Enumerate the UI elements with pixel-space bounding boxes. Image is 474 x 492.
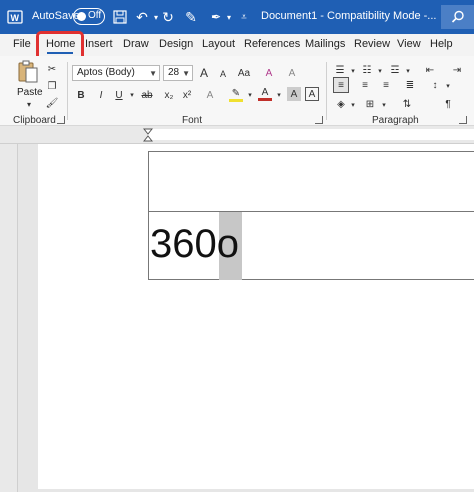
- shrink-font-icon[interactable]: A: [216, 67, 230, 81]
- save-icon[interactable]: [112, 9, 128, 25]
- chevron-down-icon[interactable]: ▾: [373, 64, 387, 78]
- document-title: Document1 - Compatibility Mode -...: [261, 10, 437, 22]
- change-case-icon[interactable]: Aa: [237, 66, 251, 80]
- ruler-text-area: [148, 129, 474, 140]
- paragraph-launcher-icon[interactable]: [459, 116, 467, 124]
- tab-insert[interactable]: Insert: [85, 38, 113, 50]
- autosave-toggle[interactable]: Off: [73, 8, 105, 25]
- paragraph-group-label: Paragraph: [372, 115, 419, 126]
- font-name-value: Aptos (Body): [77, 67, 135, 78]
- character-shading-icon[interactable]: A: [287, 87, 301, 101]
- table-cell-text[interactable]: 360o: [150, 214, 239, 274]
- multilevel-list-icon[interactable]: ☲: [388, 63, 402, 77]
- tab-draw[interactable]: Draw: [123, 38, 149, 50]
- paste-icon[interactable]: [17, 60, 39, 84]
- draw-pen-icon[interactable]: ✎: [183, 9, 199, 25]
- strikethrough-button[interactable]: ab: [140, 88, 154, 102]
- chevron-down-icon: ▼: [182, 69, 190, 78]
- italic-button[interactable]: I: [94, 88, 108, 102]
- borders-icon[interactable]: ⊞: [363, 97, 377, 111]
- bold-button[interactable]: B: [74, 88, 88, 102]
- line-spacing-icon[interactable]: ↕: [428, 78, 442, 92]
- highlight-color-icon[interactable]: ✎: [229, 88, 243, 102]
- text-effects-2-icon[interactable]: A: [203, 88, 217, 102]
- tab-layout[interactable]: Layout: [202, 38, 235, 50]
- text-effects-icon[interactable]: A: [285, 66, 299, 80]
- increase-indent-icon[interactable]: ⇥: [450, 63, 464, 77]
- justify-icon[interactable]: ≣: [403, 78, 417, 92]
- font-size-value: 28: [168, 67, 180, 78]
- decrease-indent-icon[interactable]: ⇤: [423, 63, 437, 77]
- clear-formatting-icon[interactable]: A: [262, 66, 276, 80]
- chevron-down-icon[interactable]: ▾: [346, 98, 360, 112]
- align-center-icon[interactable]: ≡: [358, 78, 372, 92]
- cut-icon[interactable]: ✂: [45, 62, 59, 76]
- format-painter-icon[interactable]: 🖌: [45, 96, 59, 110]
- chevron-down-icon[interactable]: ▾: [272, 88, 286, 102]
- superscript-button[interactable]: x²: [180, 88, 194, 102]
- group-separator: [326, 62, 327, 120]
- ribbon-home: Paste ▾ ✂ ❐ 🖌 Clipboard Aptos (Body) ▼ 2…: [0, 56, 474, 126]
- chevron-down-icon[interactable]: ▾: [125, 88, 139, 102]
- font-color-icon[interactable]: A: [258, 87, 272, 101]
- vertical-ruler[interactable]: [0, 144, 18, 492]
- group-separator: [67, 62, 68, 120]
- underline-button[interactable]: U: [112, 88, 126, 102]
- title-bar: W AutoSave Off ↶ ▾ ↻ ✎ ✒ ▾ ⩡ Document1 -…: [0, 0, 474, 34]
- tab-references[interactable]: References: [244, 38, 300, 50]
- search-button[interactable]: [441, 5, 474, 29]
- horizontal-ruler[interactable]: [0, 126, 474, 144]
- chevron-down-icon[interactable]: ▾: [401, 64, 415, 78]
- paste-dropdown-icon[interactable]: ▾: [22, 97, 36, 111]
- search-icon: [451, 10, 464, 23]
- document-table[interactable]: 360o: [148, 151, 474, 280]
- indent-marker-icon[interactable]: [143, 128, 153, 143]
- align-right-icon[interactable]: ≡: [379, 78, 393, 92]
- tab-review[interactable]: Review: [354, 38, 390, 50]
- tab-view[interactable]: View: [397, 38, 421, 50]
- tab-file[interactable]: File: [13, 38, 31, 50]
- word-logo-icon: W: [7, 10, 23, 24]
- chevron-down-icon[interactable]: ▾: [243, 88, 257, 102]
- font-launcher-icon[interactable]: [315, 116, 323, 124]
- chevron-down-icon[interactable]: ▾: [346, 64, 360, 78]
- font-group-label: Font: [182, 115, 203, 126]
- clipboard-launcher-icon[interactable]: [57, 116, 65, 124]
- redo-icon[interactable]: ↻: [160, 9, 176, 25]
- toggle-state: Off: [88, 10, 102, 21]
- grow-font-icon[interactable]: A: [197, 66, 211, 80]
- font-name-combo[interactable]: Aptos (Body) ▼: [72, 65, 160, 81]
- chevron-down-icon[interactable]: ▾: [377, 98, 391, 112]
- chevron-down-icon[interactable]: ▾: [441, 79, 455, 93]
- character-border-icon[interactable]: A: [305, 87, 319, 101]
- customize-toolbar-icon[interactable]: ⩡: [236, 9, 252, 25]
- font-size-combo[interactable]: 28 ▼: [163, 65, 193, 81]
- toggle-knob: [77, 12, 86, 21]
- bullets-icon[interactable]: ☰: [333, 63, 347, 77]
- tab-design[interactable]: Design: [159, 38, 193, 50]
- table-row-divider: [149, 211, 474, 212]
- pen-dropdown-icon[interactable]: ▾: [221, 9, 237, 25]
- copy-icon[interactable]: ❐: [45, 79, 59, 93]
- numbering-icon[interactable]: ☷: [360, 63, 374, 77]
- subscript-button[interactable]: x₂: [162, 88, 176, 102]
- align-left-icon[interactable]: ≡: [333, 77, 349, 93]
- tab-mailings[interactable]: Mailings: [305, 38, 345, 50]
- clipboard-group-label: Clipboard: [13, 115, 56, 126]
- show-hide-marks-icon[interactable]: ¶: [441, 97, 455, 111]
- svg-text:W: W: [11, 13, 20, 23]
- chevron-down-icon: ▼: [149, 69, 157, 78]
- tab-help[interactable]: Help: [430, 38, 453, 50]
- sort-icon[interactable]: ⇅: [400, 97, 414, 111]
